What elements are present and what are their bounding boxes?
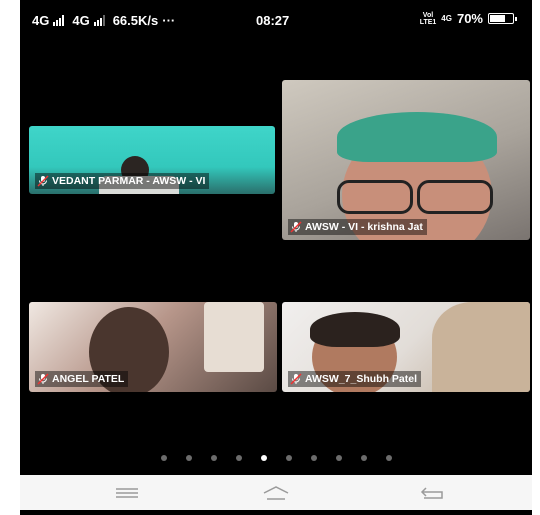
participant-label: AWSW_7_Shubh Patel	[288, 371, 422, 387]
page-dot[interactable]	[360, 455, 367, 461]
navigation-bar	[20, 475, 532, 510]
more-notifications: ···	[162, 13, 176, 28]
page-dot[interactable]	[160, 455, 167, 461]
participant-video	[417, 180, 493, 214]
data-speed: 66.5K/s	[112, 13, 159, 28]
system-status: Vol LTE1 4G 70%	[420, 11, 517, 26]
volte-icon: Vol LTE1	[420, 12, 437, 26]
video-tile-vedant[interactable]: VEDANT PARMAR - AWSW - VI	[29, 126, 275, 194]
participant-label: ANGEL PATEL	[35, 371, 129, 387]
mic-muted-icon	[290, 221, 302, 233]
video-tile-angel[interactable]: ANGEL PATEL	[29, 302, 277, 392]
volte-bottom: LTE1	[419, 18, 437, 26]
page-dot[interactable]	[335, 455, 342, 461]
page-dot[interactable]	[285, 455, 292, 461]
battery-percent: 70%	[456, 11, 483, 26]
page-dot[interactable]	[185, 455, 192, 461]
participant-name: ANGEL PATEL	[52, 373, 125, 385]
participant-video	[337, 180, 413, 214]
participant-label: VEDANT PARMAR - AWSW - VI	[35, 173, 210, 189]
participant-video	[310, 312, 400, 347]
network-status: 4G 4G 66.5K/s ···	[32, 13, 175, 28]
battery-fill	[490, 15, 505, 22]
lte-label: 4G	[441, 14, 452, 23]
video-tile-krishna[interactable]: AWSW - VI - krishna Jat	[282, 80, 530, 240]
mic-muted-icon	[37, 175, 49, 187]
status-bar: 4G 4G 66.5K/s ··· 08:27 Vol LTE1 4G 70%	[20, 0, 532, 42]
home-icon[interactable]	[261, 484, 291, 502]
page-dot[interactable]	[310, 455, 317, 461]
participant-video	[432, 302, 530, 392]
participant-video	[204, 302, 264, 372]
participant-name: AWSW_7_Shubh Patel	[305, 373, 418, 385]
participant-name: VEDANT PARMAR - AWSW - VI	[52, 175, 206, 187]
network1-label: 4G	[32, 13, 50, 28]
clock: 08:27	[256, 13, 290, 28]
battery-icon	[488, 13, 517, 24]
page-dot[interactable]	[235, 455, 242, 461]
page-dot-active[interactable]	[260, 455, 267, 461]
phone-screen: 4G 4G 66.5K/s ··· 08:27 Vol LTE1 4G 70% …	[20, 0, 532, 515]
page-dot[interactable]	[210, 455, 217, 461]
menu-icon[interactable]	[112, 484, 142, 502]
participant-name: AWSW - VI - krishna Jat	[305, 221, 423, 233]
page-dot[interactable]	[385, 455, 392, 461]
video-tile-shubh[interactable]: AWSW_7_Shubh Patel	[282, 302, 530, 392]
volte-top: Vol	[422, 11, 434, 19]
signal-icon	[93, 15, 105, 26]
mic-muted-icon	[37, 373, 49, 385]
participant-video	[337, 112, 497, 162]
signal-icon	[53, 15, 65, 26]
back-icon[interactable]	[418, 484, 448, 502]
network2-label: 4G	[72, 13, 90, 28]
page-indicator[interactable]	[20, 455, 532, 461]
participant-label: AWSW - VI - krishna Jat	[288, 219, 427, 235]
mic-muted-icon	[290, 373, 302, 385]
